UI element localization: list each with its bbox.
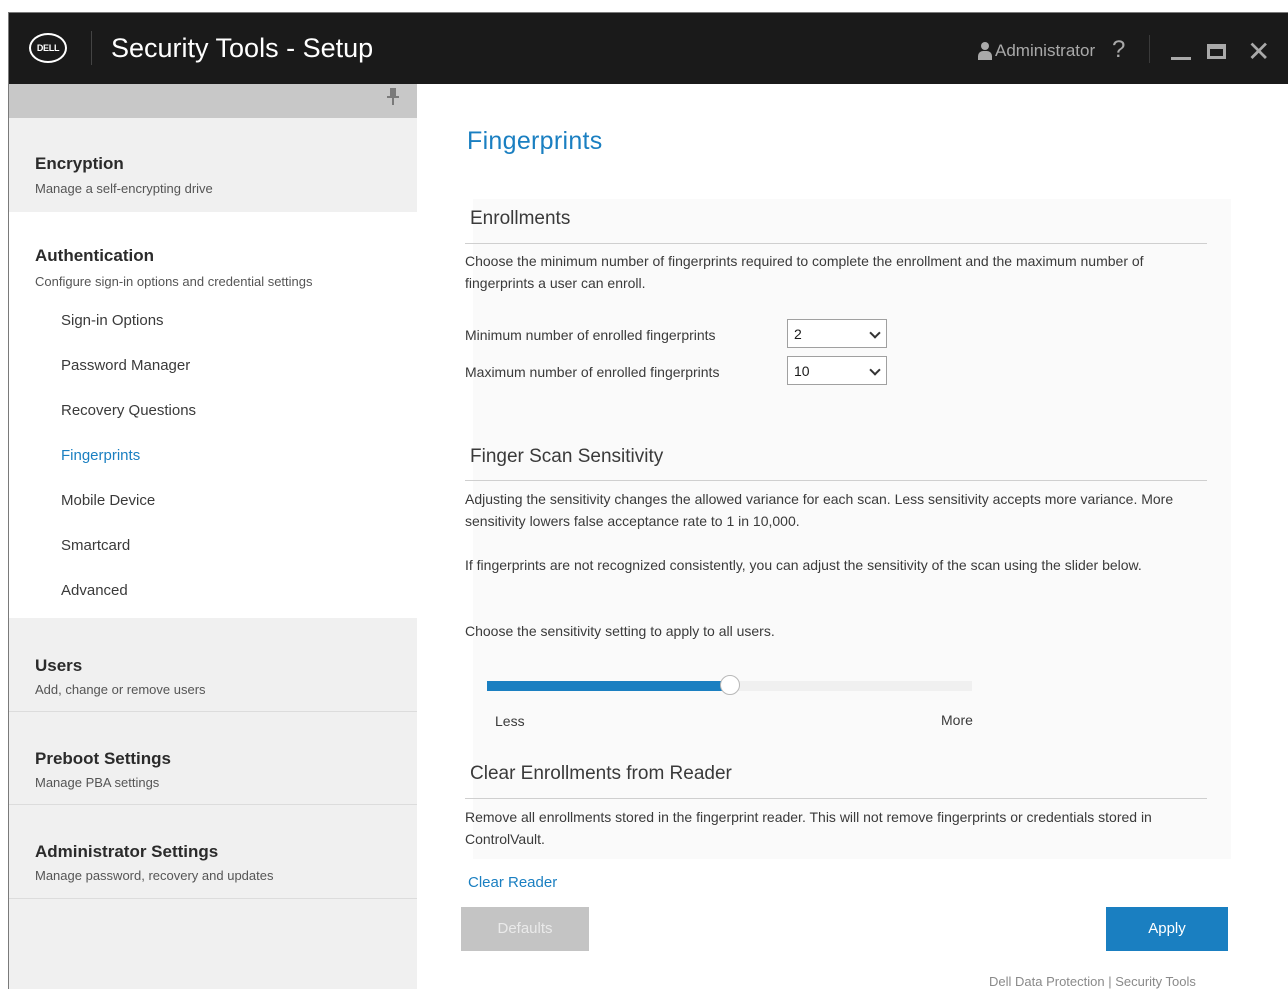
sensitivity-slider[interactable] [487, 675, 972, 695]
pin-icon[interactable] [387, 88, 399, 106]
section-subtitle: Manage password, recovery and updates [35, 868, 274, 883]
close-icon[interactable]: ✕ [1247, 38, 1270, 66]
sidebar-item-password-manager[interactable]: Password Manager [61, 357, 190, 375]
slider-fill [487, 681, 730, 691]
sidebar-section-preboot[interactable]: Preboot Settings Manage PBA settings [9, 712, 417, 805]
sidebar-section-encryption[interactable]: Encryption Manage a self-encrypting driv… [9, 118, 417, 212]
max-fingerprints-select[interactable]: 10 [787, 356, 887, 385]
max-fingerprints-value: 10 [794, 363, 810, 379]
user-icon [977, 42, 993, 60]
enrollments-description: Choose the minimum number of fingerprint… [465, 253, 1144, 291]
sidebar-section-administrator[interactable]: Administrator Settings Manage password, … [9, 805, 417, 899]
section-title: Users [35, 656, 83, 675]
section-subtitle: Add, change or remove users [35, 682, 206, 697]
title-bar: DELL Security Tools - Setup Administrato… [9, 13, 1288, 84]
sensitivity-heading: Finger Scan Sensitivity [470, 446, 664, 467]
slider-less-label: Less [495, 713, 525, 729]
chevron-down-icon [869, 327, 881, 339]
user-menu[interactable]: Administrator [977, 41, 1095, 61]
sidebar-section-authentication[interactable]: Authentication Configure sign-in options… [9, 212, 417, 618]
defaults-button[interactable]: Defaults [461, 907, 589, 951]
min-fingerprints-select[interactable]: 2 [787, 319, 887, 348]
sidebar-item-smartcard[interactable]: Smartcard [61, 537, 130, 555]
clear-description: Remove all enrollments stored in the fin… [465, 809, 1152, 847]
clear-enrollments-heading: Clear Enrollments from Reader [470, 763, 732, 784]
slider-more-label: More [941, 712, 973, 728]
section-subtitle: Manage PBA settings [35, 775, 160, 790]
slider-handle[interactable] [719, 675, 740, 695]
enrollments-heading: Enrollments [470, 208, 571, 229]
sidebar-item-recovery-questions[interactable]: Recovery Questions [61, 402, 196, 420]
divider [465, 243, 1207, 244]
sidebar-item-fingerprints[interactable]: Fingerprints [61, 447, 140, 465]
main-content: Fingerprints Enrollments Choose the mini… [417, 84, 1288, 989]
section-subtitle: Configure sign-in options and credential… [35, 274, 313, 289]
sensitivity-description: Adjusting the sensitivity changes the al… [465, 491, 1174, 529]
sensitivity-help-text: If fingerprints are not recognized consi… [465, 557, 1142, 573]
apply-button[interactable]: Apply [1106, 907, 1228, 951]
app-window: DELL Security Tools - Setup Administrato… [8, 12, 1288, 989]
maximize-icon[interactable] [1207, 44, 1226, 59]
footer-text: Dell Data Protection | Security Tools [989, 974, 1196, 989]
app-title: Security Tools - Setup [111, 33, 374, 63]
sidebar-item-advanced[interactable]: Advanced [61, 582, 128, 600]
user-name: Administrator [995, 41, 1096, 60]
section-title: Authentication [35, 246, 154, 265]
sidebar-pin-bar [9, 84, 417, 118]
minimize-icon[interactable] [1171, 57, 1191, 60]
divider [465, 480, 1207, 481]
sidebar-item-sign-in-options[interactable]: Sign-in Options [61, 312, 164, 330]
sidebar: Encryption Manage a self-encrypting driv… [9, 84, 417, 989]
section-title: Preboot Settings [35, 749, 172, 768]
section-title: Encryption [35, 154, 124, 173]
divider [465, 798, 1207, 799]
sensitivity-prompt: Choose the sensitivity setting to apply … [465, 623, 775, 639]
min-fingerprints-label: Minimum number of enrolled fingerprints [465, 327, 716, 343]
chevron-down-icon [869, 364, 881, 376]
title-divider [91, 31, 92, 65]
section-title: Administrator Settings [35, 842, 219, 861]
titlebar-divider [1149, 35, 1150, 63]
min-fingerprints-value: 2 [794, 326, 802, 342]
dell-logo: DELL [29, 33, 67, 63]
help-icon[interactable]: ? [1112, 37, 1125, 63]
sidebar-section-users[interactable]: Users Add, change or remove users [9, 618, 417, 712]
max-fingerprints-label: Maximum number of enrolled fingerprints [465, 364, 720, 380]
page-title: Fingerprints [467, 127, 603, 155]
sidebar-item-mobile-device[interactable]: Mobile Device [61, 492, 155, 510]
section-subtitle: Manage a self-encrypting drive [35, 181, 213, 196]
clear-reader-link[interactable]: Clear Reader [468, 874, 557, 892]
